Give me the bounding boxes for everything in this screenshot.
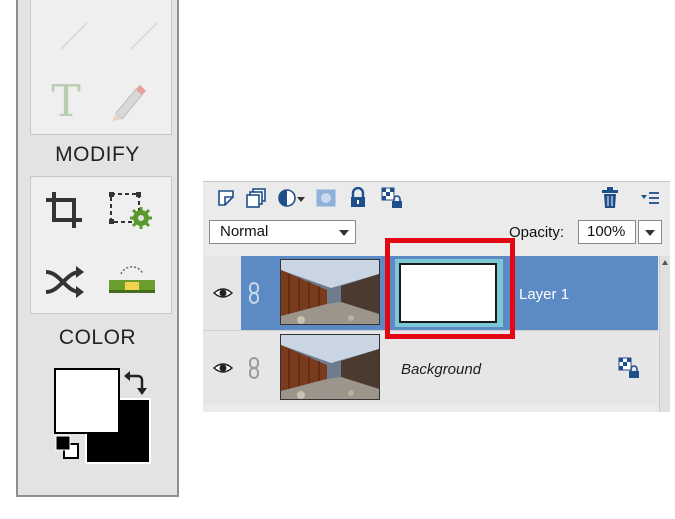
layer-thumbnail[interactable] [280,334,380,400]
pencil-tool-button[interactable] [103,76,153,126]
blend-mode-dropdown[interactable]: Normal [209,220,356,244]
blend-mode-value: Normal [220,223,269,240]
color-heading: COLOR [58,326,137,349]
layer-name[interactable]: Background [401,361,481,378]
layer-row-background[interactable]: Background [203,330,658,404]
eye-icon[interactable] [213,283,233,303]
delete-layer-icon [602,187,618,208]
toolbox-panel: T MODIFY COLOR [16,0,179,497]
adjustment-layer-button[interactable] [277,187,307,209]
opacity-value: 100% [587,223,626,240]
layers-toolbar [203,182,670,214]
straighten-icon [109,266,155,293]
lock-transparency-icon [381,187,402,208]
straighten-tool-button[interactable] [107,257,157,307]
layer-mask-icon [316,189,336,207]
layer-name[interactable]: Layer 1 [519,286,569,303]
chevron-down-icon [645,230,655,236]
alley-photo-icon [281,260,379,324]
content-aware-move-button[interactable] [39,257,89,307]
lock-transparency-button[interactable] [381,187,403,209]
horizontal-type-icon: T [51,75,81,127]
crop-icon [46,192,82,228]
panel-menu-button[interactable] [639,187,661,209]
opacity-dropdown-button[interactable] [638,220,662,244]
add-layer-mask-button[interactable] [315,187,337,209]
color-swatches [54,368,164,468]
panel-menu-icon [641,192,659,204]
eye-icon[interactable] [213,358,233,378]
recompose-icon [109,192,152,229]
new-layer-icon [218,190,234,206]
new-layer-button[interactable] [215,187,237,209]
modify-heading: MODIFY [55,143,140,166]
lock-icon [618,357,639,378]
draw-tool-group: T [30,0,172,135]
modify-tool-group [30,176,172,314]
chain-link-icon[interactable] [248,356,260,380]
default-colors-icon[interactable] [54,434,82,462]
chevron-down-icon [339,230,349,236]
lock-all-icon [351,187,365,207]
faded-tools-icon [60,22,158,50]
mask-highlight-annotation [385,238,515,339]
layers-scrollbar[interactable] [659,256,670,412]
recompose-tool-button[interactable] [107,185,157,235]
pencil-icon [112,85,146,121]
lock-all-button[interactable] [347,187,369,209]
new-group-icon [246,188,266,208]
swap-colors-icon[interactable] [122,370,148,396]
foreground-color-swatch[interactable] [54,368,120,434]
alley-photo-icon [281,335,379,399]
opacity-input[interactable]: 100% [578,220,636,244]
new-group-button[interactable] [245,187,267,209]
type-tool-button[interactable]: T [41,75,91,127]
adjustment-layer-icon [278,189,305,207]
scroll-up-icon[interactable] [662,260,668,265]
chain-link-icon[interactable] [248,281,260,305]
opacity-label: Opacity: [509,224,565,241]
crop-tool-button[interactable] [39,185,89,235]
layer-thumbnail[interactable] [280,259,380,325]
delete-layer-button[interactable] [599,187,621,209]
content-aware-move-icon [45,266,84,298]
